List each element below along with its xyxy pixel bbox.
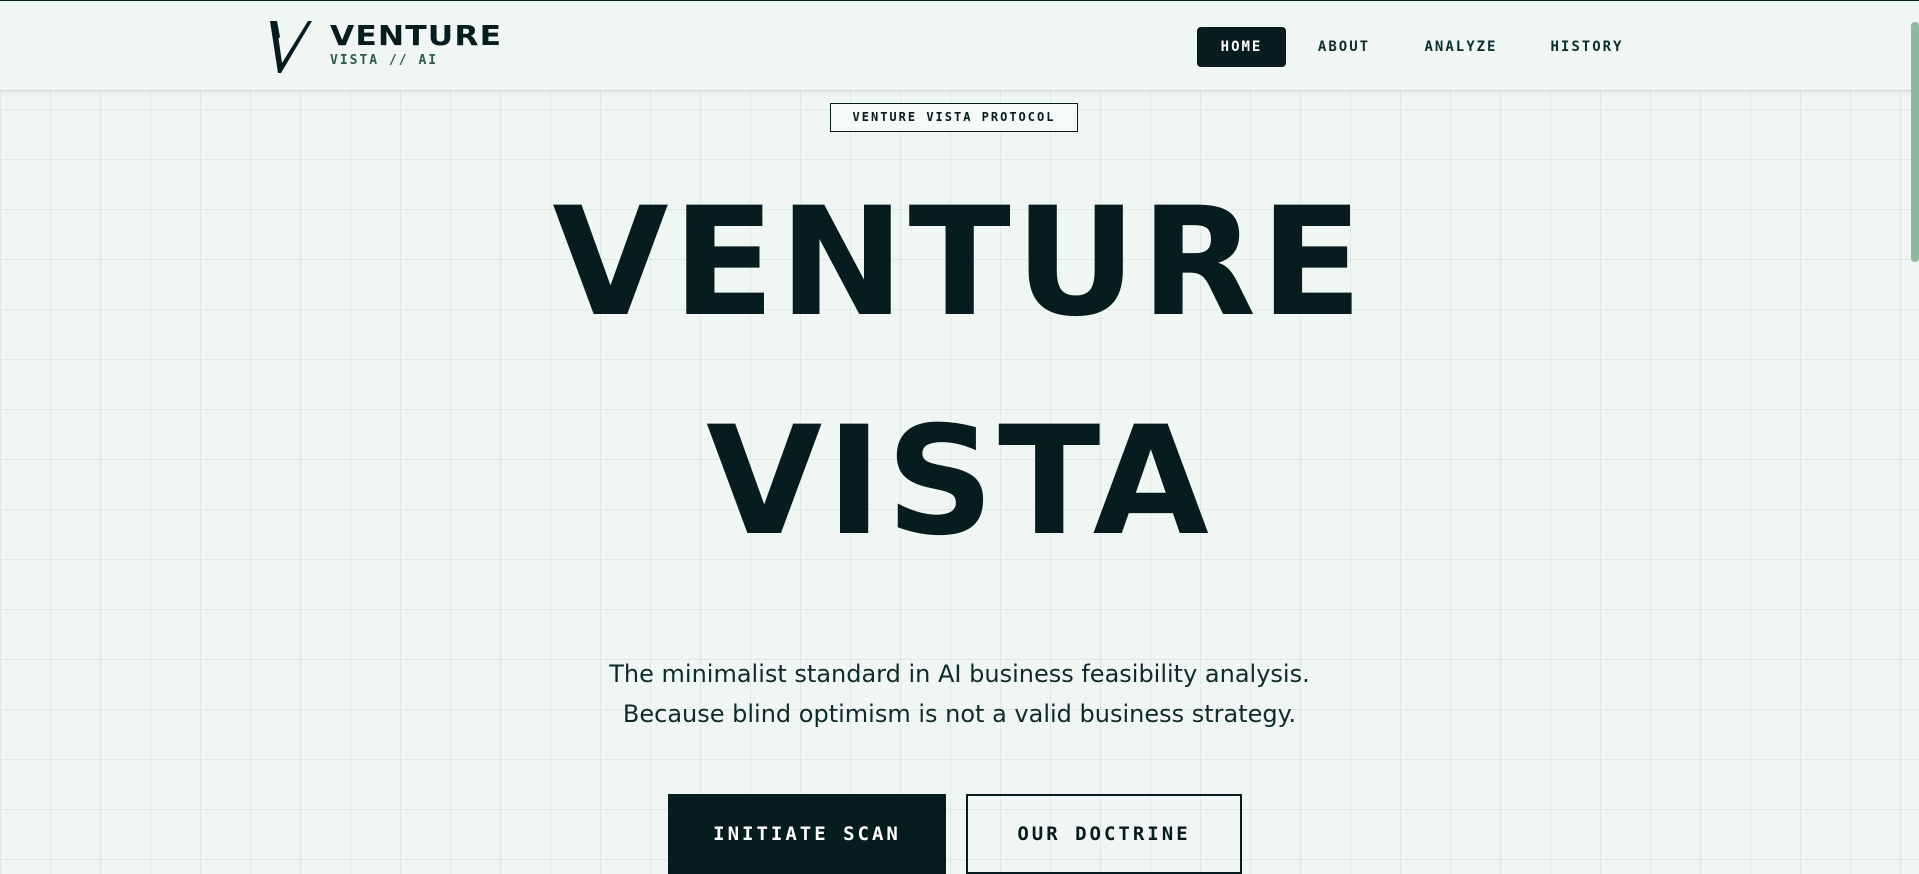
nav-analyze[interactable]: ANALYZE <box>1413 27 1509 67</box>
protocol-badge: VENTURE VISTA PROTOCOL <box>830 103 1078 132</box>
hero-title-line-1: VENTURE <box>552 176 1367 350</box>
tagline-line-1: The minimalist standard in AI business f… <box>609 660 1310 688</box>
v-monogram-icon[interactable] <box>268 17 314 75</box>
scrollbar-thumb[interactable] <box>1911 22 1919 262</box>
tagline-line-2: Because blind optimism is not a valid bu… <box>622 700 1297 728</box>
our-doctrine-button[interactable]: OUR DOCTRINE <box>966 794 1242 874</box>
brand-name[interactable]: VENTURE <box>330 19 502 52</box>
nav-history[interactable]: HISTORY <box>1538 27 1636 67</box>
nav-about[interactable]: ABOUT <box>1301 27 1387 67</box>
site-header: VENTURE VISTA // AI HOME ABOUT ANALYZE H… <box>0 1 1919 91</box>
initiate-scan-button[interactable]: INITIATE SCAN <box>668 794 946 874</box>
hero-title-line-2: VISTA <box>706 395 1213 569</box>
brand-subtitle: VISTA // AI <box>330 53 439 68</box>
nav-home[interactable]: HOME <box>1197 27 1286 67</box>
